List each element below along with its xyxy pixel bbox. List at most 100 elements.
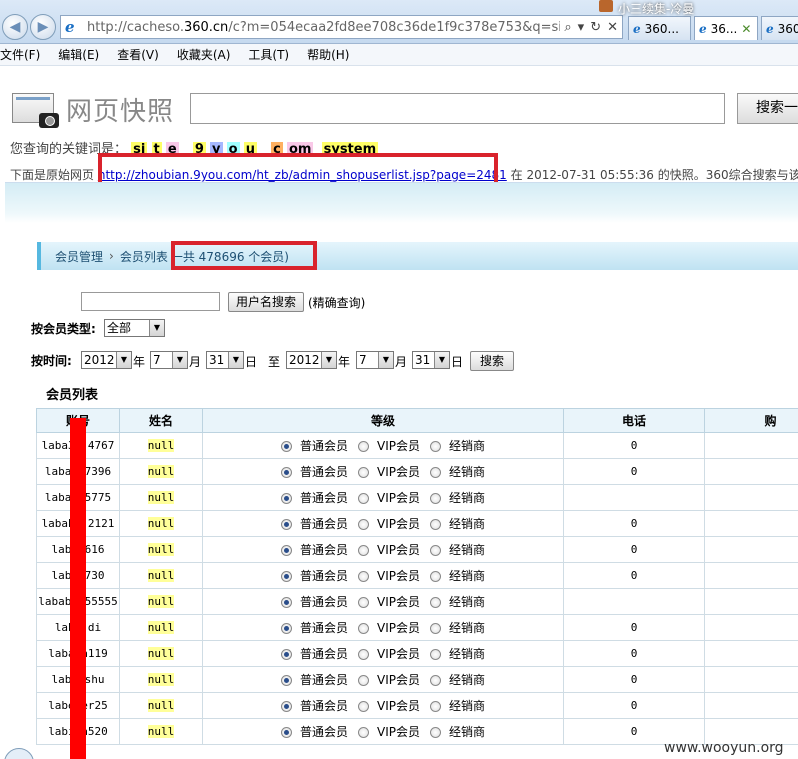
level-radio[interactable] [358,467,370,478]
level-radio[interactable] [281,701,292,712]
member-type-select[interactable]: 全部 ▼ [104,319,165,337]
level-radio[interactable] [430,701,442,712]
level-option-label: 经销商 [449,491,486,505]
phone-cell: 0 [563,692,705,719]
name-cell: null [119,510,203,537]
level-radio[interactable] [430,467,442,478]
level-option-label: VIP会员 [377,517,421,531]
table-row: laba a119 null 普通会员 VIP会员 经销商 0 [36,640,798,667]
member-type-label: 按会员类型: [31,322,96,336]
level-radio[interactable] [281,623,292,634]
level-cell: 普通会员 VIP会员 经销商 [202,692,564,719]
level-radio[interactable] [430,493,442,504]
level-radio[interactable] [281,571,292,582]
menu-view[interactable]: 查看(V) [117,46,165,63]
level-radio[interactable] [281,597,292,608]
level-radio[interactable] [358,441,370,452]
browser-tab-1[interactable]: e 360... [628,16,691,40]
level-option-label: 普通会员 [300,699,349,713]
search-icon[interactable]: ⌕ [564,20,571,35]
level-cell: 普通会员 VIP会员 经销商 [202,536,564,563]
phone-cell: 0 [563,562,705,589]
level-radio[interactable] [430,519,442,530]
name-value: null [147,465,175,478]
level-radio[interactable] [358,649,370,660]
level-option-label: 普通会员 [300,517,349,531]
crumb-member-list[interactable]: 会员列表 [120,248,168,265]
member-list-title: 会员列表 [46,388,99,403]
level-radio[interactable] [430,597,442,608]
menu-tools[interactable]: 工具(T) [248,46,295,63]
level-radio[interactable] [281,493,292,504]
purchase-cell [704,614,798,641]
tab-label: 360... [644,21,679,36]
snapshot-search-input[interactable] [190,93,725,124]
level-radio[interactable] [430,649,442,660]
address-bar[interactable]: e http://cacheso.360.cn/c?m=054ecaa2fd8e… [60,15,623,39]
menu-help[interactable]: 帮助(H) [307,46,355,63]
username-search-button[interactable]: 用户名搜索 [228,292,304,312]
level-radio[interactable] [358,727,370,738]
level-radio[interactable] [430,545,442,556]
start-day-select[interactable]: 31 ▼ [206,351,244,369]
level-radio[interactable] [358,701,370,712]
start-day-value: 31 [209,353,225,367]
level-option-label: 经销商 [449,673,486,687]
level-radio[interactable] [430,441,442,452]
level-radio[interactable] [358,597,370,608]
name-value: null [147,647,175,660]
dropdown-arrow-icon[interactable]: ▾ [578,20,585,35]
purchase-cell [704,640,798,667]
crumb-member-management[interactable]: 会员管理 [55,248,103,265]
menu-file[interactable]: 文件(F) [0,46,46,63]
forward-button[interactable]: ▶ [30,14,56,40]
browser-tab-2[interactable]: e 36... ✕ [694,16,758,40]
day-unit: 日 [451,355,464,369]
level-radio[interactable] [358,545,370,556]
end-year-select[interactable]: 2012 ▼ [286,351,337,369]
start-month-select[interactable]: 7 ▼ [150,351,188,369]
browser-tab-3[interactable]: e360... [761,16,798,40]
table-row: labe er25 null 普通会员 VIP会员 经销商 0 [36,692,798,719]
name-value: null [147,569,175,582]
level-radio[interactable] [358,623,370,634]
level-radio[interactable] [430,675,442,686]
tab-label: 36... [710,21,738,36]
snapshot-search-button[interactable]: 搜索一 [737,93,798,124]
refresh-icon[interactable]: ↻ [590,20,601,35]
level-radio[interactable] [281,519,292,530]
window-title: 小三续集-冷曼 [618,2,695,16]
level-radio[interactable] [281,441,292,452]
col-phone: 电话 [563,408,705,433]
purchase-cell [704,536,798,563]
level-radio[interactable] [430,623,442,634]
level-radio[interactable] [281,545,292,556]
level-radio[interactable] [358,571,370,582]
level-radio[interactable] [430,727,442,738]
to-label: 至 [268,355,281,369]
table-row: lababa 55555 null 普通会员 VIP会员 经销商 [36,588,798,615]
chevron-down-icon: ▼ [434,352,449,368]
level-radio[interactable] [358,519,370,530]
name-value: null [147,517,175,530]
start-month-value: 7 [153,353,161,367]
end-day-select[interactable]: 31 ▼ [412,351,450,369]
back-button[interactable]: ◀ [2,14,28,40]
level-radio[interactable] [281,467,292,478]
level-option-label: 经销商 [449,595,486,609]
level-radio[interactable] [430,571,442,582]
level-radio[interactable] [358,675,370,686]
level-radio[interactable] [281,649,292,660]
username-search-input[interactable] [81,292,220,311]
level-radio[interactable] [281,727,292,738]
end-month-select[interactable]: 7 ▼ [356,351,394,369]
stop-icon[interactable]: ✕ [607,20,618,35]
date-search-button[interactable]: 搜索 [470,351,514,371]
menu-favorites[interactable]: 收藏夹(A) [177,46,237,63]
close-tab-icon[interactable]: ✕ [741,22,751,36]
level-option-label: VIP会员 [377,595,421,609]
level-radio[interactable] [358,493,370,504]
level-radio[interactable] [281,675,292,686]
menu-edit[interactable]: 编辑(E) [58,46,105,63]
start-year-select[interactable]: 2012 ▼ [81,351,132,369]
